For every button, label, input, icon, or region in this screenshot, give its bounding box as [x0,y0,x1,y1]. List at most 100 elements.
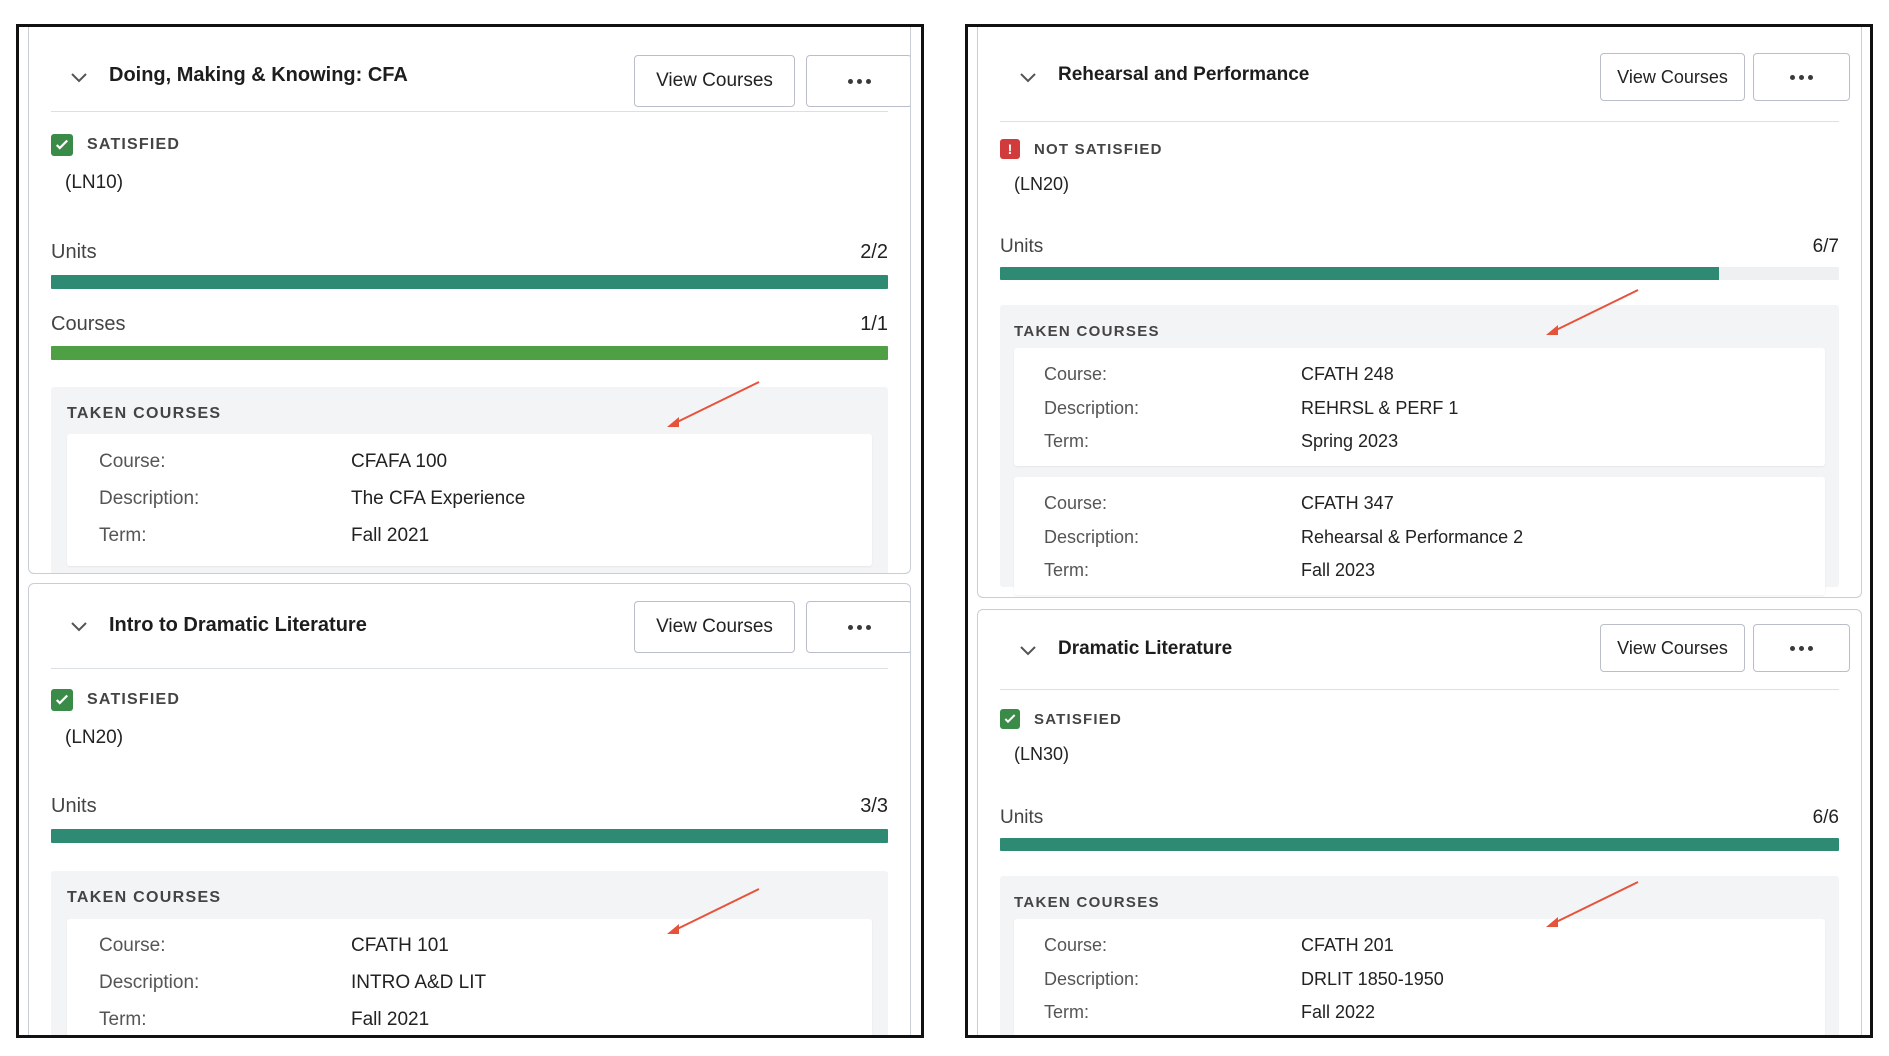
course-entry: Course: CFAFA 100 Description: The CFA E… [67,434,872,566]
course-term: Fall 2021 [351,1009,430,1030]
status-row: ! NOT SATISFIED [1000,139,1163,159]
chevron-down-icon[interactable] [1016,638,1040,662]
annotation-arrow-icon [667,381,760,427]
course-label: Course: [1044,493,1108,513]
ellipsis-icon [847,624,871,630]
course-entry: Course: CFATH 248 Description: REHRSL & … [1014,348,1825,466]
taken-courses-section: TAKEN COURSES Course: CFATH 201 Descript… [1000,876,1839,1035]
requirement-card: Doing, Making & Knowing: CFA View Course… [28,27,911,574]
status-label: NOT SATISFIED [1034,140,1163,158]
units-label: Units [51,795,97,817]
status-label: SATISFIED [1034,710,1123,728]
card-title: Dramatic Literature [1058,638,1233,659]
chevron-down-icon[interactable] [1016,65,1040,89]
requirement-card: Intro to Dramatic Literature View Course… [28,583,911,1035]
units-progress-bar [1000,267,1839,280]
taken-courses-title: TAKEN COURSES [67,889,222,906]
more-options-button[interactable] [1753,624,1850,672]
course-code: CFATH 201 [1301,935,1394,955]
units-value: 6/6 [1812,807,1839,828]
units-progress-bar [51,829,888,843]
status-label: SATISFIED [87,136,181,153]
alert-icon: ! [1000,139,1020,159]
units-progress-fill [51,829,888,843]
courses-progress-fill [51,346,888,360]
course-label: Course: [1044,364,1108,384]
more-options-button[interactable] [806,55,910,107]
course-code: CFAFA 100 [351,451,448,472]
taken-courses-title: TAKEN COURSES [1014,323,1160,340]
more-options-button[interactable] [1753,53,1850,101]
units-label: Units [1000,807,1044,828]
courses-label: Courses [51,313,126,335]
course-term: Spring 2023 [1301,431,1399,451]
ellipsis-icon [847,78,871,84]
view-courses-button[interactable]: View Courses [634,601,795,653]
requirement-code: (LN10) [65,172,124,193]
units-label: Units [51,241,97,263]
course-description: Rehearsal & Performance 2 [1301,527,1524,547]
left-screenshot-panel: Doing, Making & Knowing: CFA View Course… [16,24,924,1038]
taken-courses-title: TAKEN COURSES [1014,894,1160,911]
course-label: Course: [99,451,166,472]
card-header: Doing, Making & Knowing: CFA View Course… [51,27,910,112]
card-title: Doing, Making & Knowing: CFA [109,64,408,86]
status-label: SATISFIED [87,691,181,708]
view-courses-button[interactable]: View Courses [1600,624,1745,672]
ellipsis-icon [1790,74,1813,80]
units-label: Units [1000,236,1044,257]
description-label: Description: [1044,969,1140,989]
status-row: SATISFIED [1000,709,1122,729]
units-progress-fill [51,275,888,289]
requirement-card: Rehearsal and Performance View Courses !… [977,27,1862,598]
course-code: CFATH 347 [1301,493,1394,513]
term-label: Term: [99,1009,147,1030]
description-label: Description: [1044,527,1140,547]
taken-courses-section: TAKEN COURSES Course: CFATH 248 Descript… [1000,305,1839,595]
course-description: DRLIT 1850-1950 [1301,969,1444,989]
requirement-code: (LN30) [1014,744,1070,764]
requirement-code: (LN20) [1014,174,1070,194]
chevron-down-icon[interactable] [67,65,91,89]
course-label: Course: [99,935,166,956]
course-description: INTRO A&D LIT [351,972,487,993]
card-header: Intro to Dramatic Literature View Course… [51,584,910,669]
card-header: Rehearsal and Performance View Courses [1000,27,1850,122]
course-entry: Course: CFATH 201 Description: DRLIT 185… [1014,919,1825,1035]
annotation-arrow-icon [1546,289,1639,335]
status-row: SATISFIED [51,134,180,156]
units-value: 6/7 [1812,236,1839,257]
status-row: SATISFIED [51,689,180,711]
requirement-code: (LN20) [65,727,124,748]
card-title: Rehearsal and Performance [1058,64,1310,85]
description-label: Description: [99,488,200,509]
ellipsis-icon [1790,645,1813,651]
term-label: Term: [1044,560,1089,580]
course-code: CFATH 101 [351,935,449,956]
course-term: Fall 2023 [1301,560,1376,580]
units-progress-fill [1000,267,1720,280]
annotation-arrow-icon [1546,881,1639,927]
term-label: Term: [99,525,147,546]
taken-courses-title: TAKEN COURSES [67,405,222,422]
checkmark-icon [51,134,73,156]
view-courses-button[interactable]: View Courses [634,55,795,107]
course-entry: Course: CFATH 347 Description: Rehearsal… [1014,477,1825,595]
course-description: The CFA Experience [351,488,526,509]
units-progress-fill [1000,838,1839,851]
course-code: CFATH 248 [1301,364,1394,384]
right-screenshot-panel: Rehearsal and Performance View Courses !… [965,24,1873,1038]
units-progress-bar [1000,838,1839,851]
course-description: REHRSL & PERF 1 [1301,398,1459,418]
checkmark-icon [1000,709,1020,729]
more-options-button[interactable] [806,601,910,653]
description-label: Description: [99,972,200,993]
view-courses-button[interactable]: View Courses [1600,53,1745,101]
description-label: Description: [1044,398,1140,418]
units-value: 3/3 [860,795,888,817]
courses-progress-bar [51,346,888,360]
term-label: Term: [1044,1002,1089,1022]
course-label: Course: [1044,935,1108,955]
chevron-down-icon[interactable] [67,614,91,638]
card-title: Intro to Dramatic Literature [109,614,367,636]
